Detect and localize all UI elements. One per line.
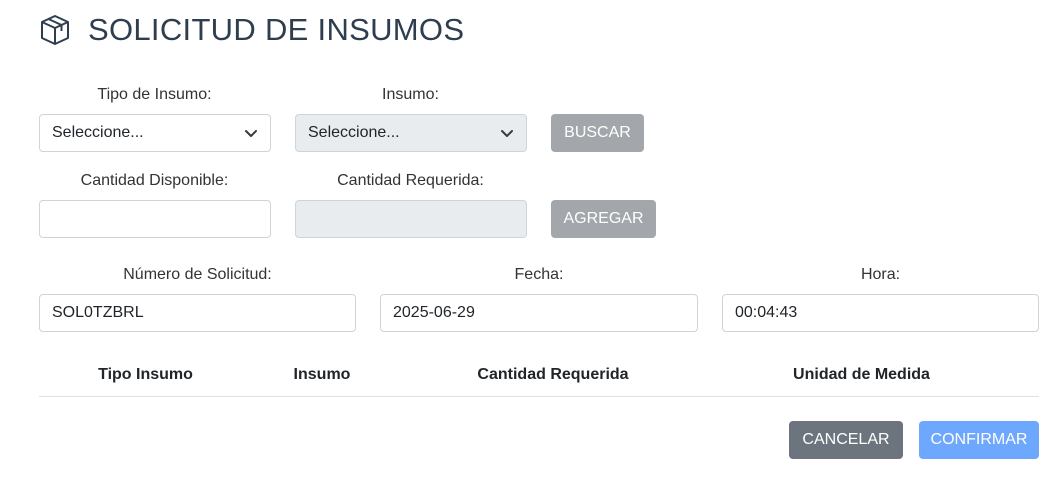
table-divider [39,396,1039,397]
column-header-tipo-insumo: Tipo Insumo [98,366,193,383]
column-header-cantidad-requerida: Cantidad Requerida [477,366,629,383]
confirm-button[interactable]: CONFIRMAR [919,421,1039,459]
cantidad-disponible-field[interactable] [39,200,271,238]
numero-solicitud-field[interactable]: SOL0TZBRL [39,294,356,332]
chevron-down-icon [245,130,257,137]
buscar-button[interactable]: BUSCAR [551,114,644,152]
cantidad-disponible-label: Cantidad Disponible: [80,172,229,189]
column-header-insumo: Insumo [293,366,351,383]
tipo-insumo-select[interactable]: Seleccione... [39,114,271,152]
insumo-value: Seleccione... [308,124,400,141]
chevron-down-icon [501,130,513,137]
fecha-field[interactable]: 2025-06-29 [380,294,698,332]
numero-solicitud-label: Número de Solicitud: [123,266,272,283]
cantidad-requerida-label: Cantidad Requerida: [337,172,484,189]
tipo-insumo-label: Tipo de Insumo: [97,86,212,103]
fecha-label: Fecha: [514,266,564,283]
tipo-insumo-value: Seleccione... [52,124,144,141]
page-header: SOLICITUD DE INSUMOS [38,12,464,48]
hora-label: Hora: [860,266,901,283]
cantidad-requerida-field[interactable] [295,200,527,238]
box-icon [41,15,69,45]
cancel-button[interactable]: CANCELAR [789,421,903,459]
column-header-unidad-medida: Unidad de Medida [793,366,930,383]
insumo-label: Insumo: [382,86,439,103]
hora-field[interactable]: 00:04:43 [722,294,1039,332]
agregar-button[interactable]: AGREGAR [551,200,656,238]
insumo-select[interactable]: Seleccione... [295,114,527,152]
page-title: SOLICITUD DE INSUMOS [88,12,465,47]
